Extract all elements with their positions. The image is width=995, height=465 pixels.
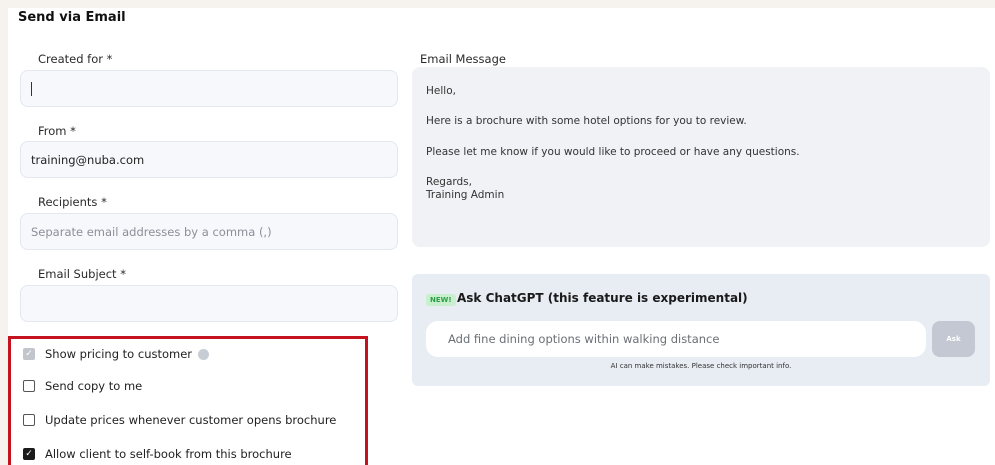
option-show-pricing[interactable]: ✓ Show pricing to customer [23, 347, 210, 361]
created-for-input[interactable] [20, 70, 398, 107]
message-line: Hello, [426, 85, 456, 97]
email-subject-input[interactable] [20, 285, 398, 322]
option-label: Allow client to self-book from this broc… [45, 447, 292, 461]
recipients-label: Recipients * [38, 195, 107, 209]
option-send-copy[interactable]: Send copy to me [23, 379, 142, 393]
message-line: Please let me know if you would like to … [426, 146, 800, 158]
message-line: Here is a brochure with some hotel optio… [426, 115, 747, 127]
checkbox-checked[interactable]: ✓ [23, 448, 35, 460]
email-message-textarea[interactable]: Hello, Here is a brochure with some hote… [412, 67, 990, 247]
options-highlight-box: ✓ Show pricing to customer Send copy to … [8, 336, 368, 465]
option-update-prices[interactable]: Update prices whenever customer opens br… [23, 413, 336, 427]
from-input[interactable]: training@nuba.com [20, 141, 398, 178]
new-badge: NEW! [426, 294, 456, 306]
checkbox-checked-disabled[interactable]: ✓ [23, 348, 35, 360]
checkbox-unchecked[interactable] [23, 414, 35, 426]
message-line: Regards, [426, 176, 472, 188]
email-subject-label: Email Subject * [38, 267, 126, 281]
email-message-label: Email Message [420, 52, 506, 66]
page-title: Send via Email [18, 10, 126, 25]
info-icon[interactable] [198, 348, 210, 360]
text-caret [31, 81, 32, 96]
ask-chatgpt-panel: NEW! Ask ChatGPT (this feature is experi… [412, 274, 990, 386]
ask-chatgpt-input[interactable]: Add fine dining options within walking d… [426, 321, 926, 357]
option-self-book[interactable]: ✓ Allow client to self-book from this br… [23, 447, 292, 461]
message-line: Training Admin [426, 189, 505, 201]
from-label: From * [38, 124, 76, 138]
option-label: Show pricing to customer [45, 347, 193, 361]
checkbox-unchecked[interactable] [23, 380, 35, 392]
option-label: Send copy to me [45, 379, 143, 393]
created-for-label: Created for * [38, 52, 113, 66]
option-label: Update prices whenever customer opens br… [45, 413, 337, 427]
ask-chatgpt-title: Ask ChatGPT (this feature is experimenta… [457, 291, 748, 305]
ask-button[interactable]: Ask [932, 321, 975, 357]
ai-disclaimer: AI can make mistakes. Please check impor… [610, 362, 792, 370]
recipients-input[interactable]: Separate email addresses by a comma (,) [20, 213, 398, 250]
